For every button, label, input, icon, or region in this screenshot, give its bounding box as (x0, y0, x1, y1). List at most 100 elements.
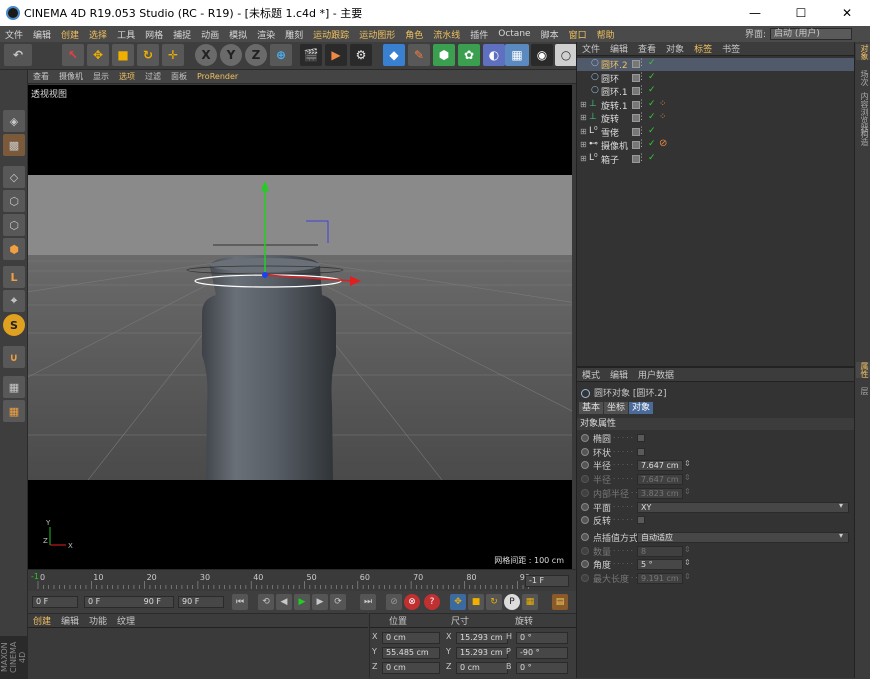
record-help-icon[interactable]: ? (424, 594, 440, 610)
menu-item[interactable]: 雕刻 (280, 28, 308, 41)
light-icon[interactable]: ○ (555, 44, 577, 66)
pen-spline-icon[interactable]: ✎ (408, 44, 430, 66)
layer-icon[interactable] (632, 73, 640, 82)
go-to-end-icon[interactable]: ⏭ (360, 594, 376, 610)
z-axis-handle[interactable] (262, 272, 268, 278)
menu-item[interactable]: 渲染 (252, 28, 280, 41)
viewport-menu-item[interactable]: 选项 (114, 71, 140, 82)
layer-icon[interactable] (632, 114, 640, 122)
attribute-checkbox[interactable] (637, 434, 645, 442)
object-row[interactable]: ⊞ ⊷ 摄像机 ⋮ ✓ ⊘ (577, 138, 854, 152)
timeline-ruler[interactable]: 0102030405060708090 -1 -1 F (28, 569, 576, 591)
attribute-checkbox[interactable] (637, 447, 645, 456)
select-tool-icon[interactable]: ↖ (62, 44, 84, 66)
menu-item[interactable]: Octane (493, 29, 535, 39)
material-menu-item[interactable]: 创建 (28, 614, 56, 627)
expand-icon[interactable]: ⊞ (580, 127, 587, 136)
enabled-check-icon[interactable]: ✓ (648, 139, 656, 149)
render-picture-viewer-icon[interactable]: ▶ (325, 44, 347, 66)
layer-icon[interactable] (632, 127, 640, 136)
previous-key-icon[interactable]: ⟲ (258, 594, 274, 610)
attribute-select[interactable]: 自动适应 (637, 531, 849, 543)
object-row[interactable]: ○ 圆环.1 ⋮ ✓ (577, 85, 854, 98)
scale-tool-icon[interactable]: ■ (112, 44, 134, 66)
expand-icon[interactable]: ⊞ (580, 113, 587, 122)
enabled-check-icon[interactable]: ✓ (648, 58, 656, 68)
attribute-tab[interactable]: 对象 (629, 402, 654, 414)
expand-icon[interactable]: ⊞ (580, 154, 587, 163)
object-row[interactable]: ⊞ L⁰ 雪佬 ⋮ ✓ (577, 126, 854, 139)
key-rotate-icon[interactable]: ↻ (486, 594, 502, 610)
render-settings-icon[interactable]: ⚙ (350, 44, 372, 66)
object-menu-item[interactable]: 标签 (689, 42, 717, 55)
key-param-icon[interactable]: P (504, 594, 520, 610)
deformer-icon[interactable]: ◐ (483, 44, 505, 66)
keyframe-radio[interactable] (581, 488, 589, 497)
viewport-menu-item[interactable]: ProRender (192, 72, 243, 81)
polygons-mode-icon[interactable]: ⬢ (3, 238, 25, 260)
coordinate-system-icon[interactable]: ⊕ (270, 44, 292, 66)
move-tool-icon[interactable]: ✥ (87, 44, 109, 66)
film-strip-icon[interactable]: ▤ (552, 594, 568, 610)
x-axis-icon[interactable]: X (195, 44, 217, 66)
right-panel-tab[interactable]: 对象 (856, 44, 870, 60)
object-menu-item[interactable]: 查看 (633, 42, 661, 55)
chevron-down-icon[interactable]: ▾ (839, 501, 843, 510)
right-panel-tab[interactable]: 内容浏览器 (856, 92, 870, 132)
keyframe-radio[interactable] (581, 516, 589, 525)
perspective-viewport[interactable]: Y X Z 透视视图 网格间距 : 100 cm (28, 85, 572, 569)
object-row[interactable]: ⊞ ⊥ 旋转.1 ⋮ ✓ ⁘ (577, 99, 854, 112)
coord-pos-field[interactable]: 55.485 cm (382, 647, 440, 659)
object-menu-item[interactable]: 文件 (577, 42, 605, 55)
enabled-check-icon[interactable]: ✓ (648, 126, 656, 136)
layer-icon[interactable] (632, 87, 640, 95)
close-button[interactable]: ✕ (824, 0, 870, 26)
key-pla-icon[interactable]: ▦ (522, 594, 538, 610)
right-panel-tab[interactable]: 属性 (856, 362, 870, 378)
locked-workplane-icon[interactable]: ▦ (3, 400, 25, 422)
stepper-icon[interactable]: ⇕ (684, 459, 691, 468)
coord-pos-field[interactable]: 0 cm (382, 662, 440, 674)
coord-rot-field[interactable]: 0 ° (516, 662, 568, 674)
undo-icon[interactable]: ↶ (4, 44, 32, 66)
tweak-mode-icon[interactable]: ⌖ (3, 290, 25, 312)
preview-range-slider[interactable]: 0 F 90 F (84, 596, 174, 608)
phong-tag-icon[interactable]: ⁘ (659, 112, 667, 122)
menu-item[interactable]: 文件 (0, 28, 28, 41)
keyframe-radio[interactable] (581, 532, 589, 541)
rotate-tool-icon[interactable]: ↻ (137, 44, 159, 66)
attribute-tab[interactable]: 基本 (579, 402, 604, 414)
stepper-icon[interactable]: ⇕ (684, 558, 691, 567)
enabled-check-icon[interactable]: ✓ (648, 72, 656, 82)
texture-mode-icon[interactable]: ▩ (3, 134, 25, 156)
previous-frame-icon[interactable]: ◀ (276, 594, 292, 610)
play-icon[interactable]: ▶ (294, 594, 310, 610)
keyframe-radio[interactable] (581, 447, 589, 456)
timeline-end-field[interactable]: -1 F (525, 575, 569, 587)
phong-tag-icon[interactable]: ⁘ (659, 99, 667, 109)
keyframe-radio[interactable] (581, 475, 589, 484)
render-view-icon[interactable]: 🎬 (300, 44, 322, 66)
maximize-button[interactable]: ☐ (778, 0, 824, 26)
z-axis-icon[interactable]: Z (245, 44, 267, 66)
coord-size-field[interactable]: 15.293 cm (456, 632, 508, 644)
chevron-down-icon[interactable]: ▾ (839, 531, 843, 540)
points-mode-icon[interactable]: ⬡ (3, 190, 25, 212)
object-name[interactable]: 圆环 (601, 72, 619, 85)
snap-icon[interactable]: S (3, 314, 25, 336)
cube-primitive-icon[interactable]: ◆ (383, 44, 405, 66)
menu-item[interactable]: 编辑 (28, 28, 56, 41)
object-row[interactable]: ⊞ L⁰ 箱子 ⋮ ✓ (577, 153, 854, 166)
attribute-checkbox[interactable] (637, 516, 645, 525)
menu-item[interactable]: 运动图形 (354, 28, 400, 41)
coord-size-field[interactable]: 15.293 cm (456, 647, 508, 659)
right-panel-tab[interactable]: 层 (856, 387, 870, 395)
camera-icon[interactable]: ◉ (531, 44, 553, 66)
enabled-check-icon[interactable]: ✓ (648, 153, 656, 163)
next-key-icon[interactable]: ⟳ (330, 594, 346, 610)
object-name[interactable]: 雪佬 (601, 126, 619, 139)
menu-item[interactable]: 动画 (196, 28, 224, 41)
layer-icon[interactable] (632, 154, 640, 163)
enabled-check-icon[interactable]: ✓ (648, 112, 656, 122)
attribute-tab[interactable]: 坐标 (604, 402, 629, 414)
